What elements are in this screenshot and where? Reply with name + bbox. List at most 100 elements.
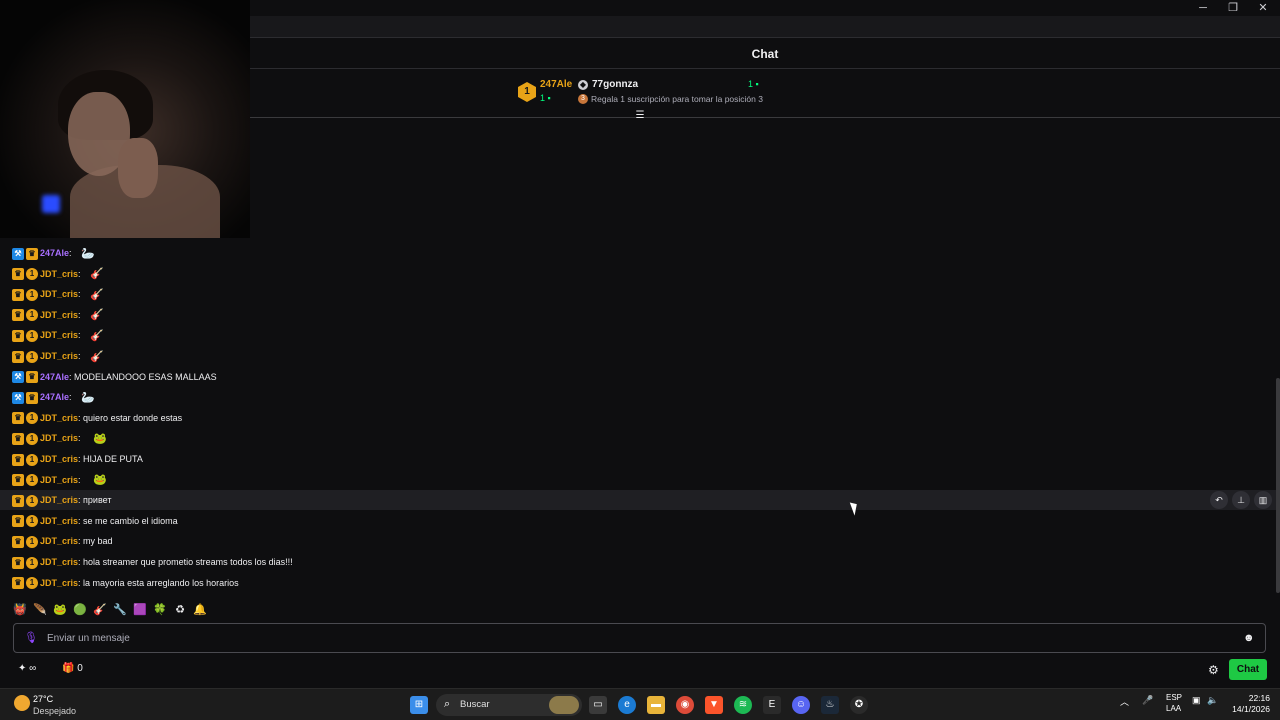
tray-chevron-up-icon[interactable]: ︿ xyxy=(1120,695,1129,708)
guitar-emote-icon[interactable]: 🎸 xyxy=(89,329,105,343)
network-icon[interactable]: ▣ xyxy=(1192,695,1201,706)
windows-start-icon[interactable]: ⊞ xyxy=(410,696,428,714)
recent-emote-icon[interactable]: 🟪 xyxy=(132,602,148,618)
restore-button[interactable]: ❐ xyxy=(1218,1,1248,15)
volume-icon[interactable]: 🔈 xyxy=(1207,695,1218,706)
spotify-icon[interactable]: ≋ xyxy=(734,696,752,714)
chat-username[interactable]: JDT_cris xyxy=(40,310,78,320)
gift-sub-badge-icon[interactable]: 1 xyxy=(26,536,38,549)
emoji-picker-icon[interactable]: ☻ xyxy=(1243,632,1255,644)
tray-microphone-icon[interactable]: 🎤 xyxy=(1142,695,1153,706)
goose-emote-icon[interactable]: 🦢 xyxy=(80,391,96,405)
chat-message-row[interactable]: ♛ 1 JDT_cris: 🎸 xyxy=(0,284,1276,304)
edge-browser-icon[interactable]: e xyxy=(618,696,636,714)
chat-message-row[interactable]: ⚒ ♛ 247Ale: 🦢 xyxy=(0,243,1276,263)
leaderboard-second-name[interactable]: 77gonnza xyxy=(592,79,638,90)
chrome-browser-icon[interactable]: ◉ xyxy=(676,696,694,714)
chat-message-row[interactable]: ♛ 1 JDT_cris: my bad xyxy=(0,531,1276,551)
chat-username[interactable]: JDT_cris xyxy=(40,269,78,279)
crown-badge-icon[interactable]: ♛ xyxy=(12,350,24,363)
delete-icon[interactable]: ▥ xyxy=(1254,491,1272,510)
brave-browser-icon[interactable]: ▼ xyxy=(705,696,723,714)
chat-message-row[interactable]: ♛ 1 JDT_cris: la mayoria esta arreglando l… xyxy=(0,573,1276,593)
chat-message-row[interactable]: ♛ 1 JDT_cris: 🎸 xyxy=(0,325,1276,345)
collapse-leaderboard-icon[interactable]: ☰ xyxy=(634,111,646,121)
guitar-emote-icon[interactable]: 🎸 xyxy=(89,267,105,281)
gift-sub-badge-icon[interactable]: 1 xyxy=(26,268,38,281)
leaderboard-first-name[interactable]: 247Ale xyxy=(540,79,572,90)
chat-message-row[interactable]: ♛ 1 JDT_cris: 🎸 xyxy=(0,264,1276,284)
chat-message-row[interactable]: ⚒ ♛ 247Ale: MODELANDOOO ESAS MALLAAS xyxy=(0,367,1276,387)
chat-username[interactable]: JDT_cris xyxy=(40,557,78,567)
chat-username[interactable]: 247Ale xyxy=(40,372,69,382)
chat-username[interactable]: 247Ale xyxy=(40,248,69,258)
chat-scrollbar[interactable] xyxy=(1276,378,1280,593)
keyboard-language-top[interactable]: ESP xyxy=(1166,693,1182,702)
guitar-emote-icon[interactable]: 🎸 xyxy=(89,308,105,322)
microphone-icon[interactable]: 🎙 xyxy=(24,632,38,645)
send-chat-button[interactable]: Chat xyxy=(1229,659,1267,680)
chat-message-row[interactable]: ♛ 1 JDT_cris: quiero estar donde estas xyxy=(0,408,1276,428)
chat-message-row[interactable]: ♛ 1 JDT_cris: 🎸 xyxy=(0,305,1276,325)
crown-badge-icon[interactable]: ♛ xyxy=(12,309,24,322)
crown-badge-icon[interactable]: ♛ xyxy=(12,577,24,590)
recent-emote-icon[interactable]: ♻ xyxy=(172,602,188,618)
chat-message-input[interactable] xyxy=(47,629,1227,647)
gift-sub-badge-icon[interactable]: 1 xyxy=(26,474,38,487)
chat-username[interactable]: JDT_cris xyxy=(40,495,78,505)
channel-points[interactable]: ✦ ∞ xyxy=(18,663,36,674)
chat-username[interactable]: JDT_cris xyxy=(40,330,78,340)
chat-message-row[interactable]: ♛ 1 JDT_cris: привет ↶ ⊥ ▥ xyxy=(0,490,1276,511)
close-window-button[interactable]: ✕ xyxy=(1248,1,1278,15)
moderator-badge-icon[interactable]: ⚒ xyxy=(12,371,24,384)
crown-badge-icon[interactable]: ♛ xyxy=(26,247,38,260)
recent-emote-icon[interactable]: 🍀 xyxy=(152,602,168,618)
crown-badge-icon[interactable]: ♛ xyxy=(12,536,24,549)
chat-message-row[interactable]: ♛ 1 JDT_cris: 🎸 xyxy=(0,346,1276,366)
gift-sub-badge-icon[interactable]: 1 xyxy=(26,288,38,301)
gift-sub-badge-icon[interactable]: 1 xyxy=(26,494,38,507)
gift-sub-badge-icon[interactable]: 1 xyxy=(26,453,38,466)
reply-icon[interactable]: ↶ xyxy=(1210,491,1228,510)
recent-emote-icon[interactable]: 🪶 xyxy=(32,602,48,618)
steam-icon[interactable]: ♨ xyxy=(821,696,839,714)
crown-badge-icon[interactable]: ♛ xyxy=(12,433,24,446)
gift-sub-badge-icon[interactable]: 1 xyxy=(26,577,38,590)
guitar-emote-icon[interactable]: 🎸 xyxy=(89,288,105,302)
epic-games-icon[interactable]: E xyxy=(763,696,781,714)
crown-badge-icon[interactable]: ♛ xyxy=(12,556,24,569)
crown-badge-icon[interactable]: ♛ xyxy=(12,330,24,343)
recent-emote-icon[interactable]: 🔔 xyxy=(192,602,208,618)
chat-username[interactable]: JDT_cris xyxy=(40,516,78,526)
chat-username[interactable]: JDT_cris xyxy=(40,351,78,361)
chat-username[interactable]: 247Ale xyxy=(40,392,69,402)
weather-temperature[interactable]: 27°C xyxy=(33,694,53,704)
gift-sub-badge-icon[interactable]: 1 xyxy=(26,350,38,363)
app-with-notification-icon[interactable]: ✪ xyxy=(850,696,868,714)
crown-badge-icon[interactable]: ♛ xyxy=(12,288,24,301)
chat-message-row[interactable]: ♛ 1 JDT_cris: se me cambio el idioma xyxy=(0,511,1276,531)
gift-sub-badge-icon[interactable]: 1 xyxy=(26,309,38,322)
crown-badge-icon[interactable]: ♛ xyxy=(26,371,38,384)
recent-emote-icon[interactable]: 🎸 xyxy=(92,602,108,618)
crown-badge-icon[interactable]: ♛ xyxy=(26,391,38,404)
weather-description[interactable]: Despejado xyxy=(33,706,76,716)
chat-message-row[interactable]: ⚒ ♛ 247Ale: 🦢 xyxy=(0,387,1276,407)
task-view-icon[interactable]: ▭ xyxy=(589,696,607,714)
pin-icon[interactable]: ⊥ xyxy=(1232,491,1250,510)
chat-username[interactable]: JDT_cris xyxy=(40,454,78,464)
chat-username[interactable]: JDT_cris xyxy=(40,536,78,546)
chat-message-row[interactable]: ♛ 1 JDT_cris: 🐸 xyxy=(0,428,1276,448)
crown-badge-icon[interactable]: ♛ xyxy=(12,494,24,507)
gift-sub-badge-icon[interactable]: 1 xyxy=(26,556,38,569)
moderator-badge-icon[interactable]: ⚒ xyxy=(12,391,24,404)
chat-message-row[interactable]: ♛ 1 JDT_cris: hola streamer que prometio s… xyxy=(0,552,1276,572)
recent-emote-icon[interactable]: 👹 xyxy=(12,602,28,618)
crown-badge-icon[interactable]: ♛ xyxy=(12,474,24,487)
gift-sub-badge-icon[interactable]: 1 xyxy=(26,412,38,425)
taskbar-search-box[interactable]: ⌕ Buscar xyxy=(436,694,582,716)
crown-badge-icon[interactable]: ♛ xyxy=(12,412,24,425)
chat-username[interactable]: JDT_cris xyxy=(40,289,78,299)
recent-emote-icon[interactable]: 🟢 xyxy=(72,602,88,618)
crown-badge-icon[interactable]: ♛ xyxy=(12,268,24,281)
